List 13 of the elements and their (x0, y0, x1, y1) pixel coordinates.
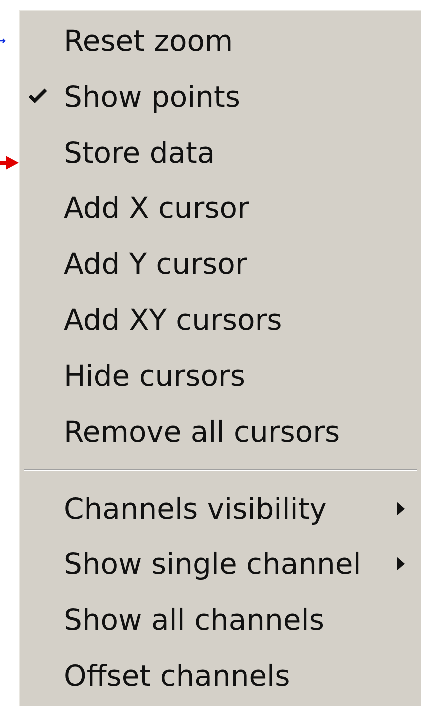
menu-item[interactable]: Show single channel (20, 536, 421, 592)
arrow-icon (0, 38, 6, 44)
menu-item[interactable]: Store data (20, 124, 421, 181)
menu-item[interactable]: Add XY cursors (20, 292, 421, 348)
menu-item[interactable]: Add Y cursor (20, 236, 421, 292)
menu-item[interactable]: Channels visibility (20, 480, 421, 537)
menu-item[interactable]: Remove all cursors (20, 404, 421, 460)
menu-item[interactable]: Show all channels (20, 592, 421, 648)
menu-item[interactable]: Hide cursors (20, 348, 421, 404)
menu-item[interactable]: Show points (20, 68, 421, 125)
menu-item[interactable]: Offset channels (20, 648, 421, 704)
menu-item[interactable]: Reset zoom (20, 13, 421, 69)
menu-item[interactable]: Add X cursor (20, 180, 421, 236)
